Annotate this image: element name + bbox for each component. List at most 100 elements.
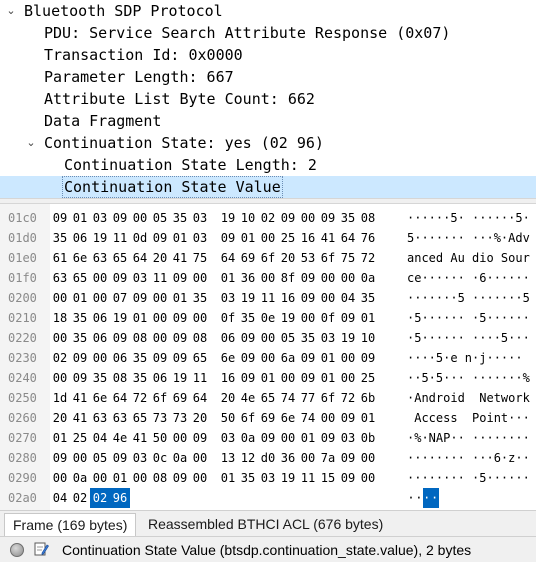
hex-row[interactable]: 0210 18 35 06 19 01 00 09 00 0f 35 0e 19 00 0f 09 01·5··… (0, 308, 536, 328)
hex-byte[interactable]: 63 (90, 408, 110, 428)
hex-byte[interactable]: 72 (338, 388, 358, 408)
hex-byte[interactable]: 00 (90, 268, 110, 288)
hex-ascii[interactable]: ·5······ ····5··· (407, 328, 530, 348)
hex-byte[interactable]: 00 (90, 468, 110, 488)
hex-byte[interactable]: 20 (50, 408, 70, 428)
tree-node[interactable]: Transaction Id: 0x0000 (0, 44, 536, 66)
hex-byte[interactable]: 6f (150, 388, 170, 408)
hex-row[interactable]: 0200 00 01 00 07 09 00 01 35 03 19 11 16 09 00 04 35 ····… (0, 288, 536, 308)
hex-byte[interactable]: 19 (218, 208, 238, 228)
hex-byte[interactable]: 09 (170, 348, 190, 368)
hex-byte[interactable]: 08 (190, 328, 210, 348)
hex-byte[interactable]: 69 (258, 408, 278, 428)
hex-byte[interactable]: 64 (338, 228, 358, 248)
hex-byte[interactable]: 06 (110, 348, 130, 368)
hex-byte[interactable]: 01 (258, 368, 278, 388)
hex-byte[interactable]: 63 (90, 248, 110, 268)
hex-row[interactable]: 02a0 04 02 02 96 ···· (0, 488, 536, 508)
hex-byte[interactable]: 09 (338, 448, 358, 468)
hex-byte[interactable]: 00 (338, 268, 358, 288)
hex-byte[interactable]: 96 (110, 488, 130, 508)
hex-byte[interactable]: 35 (70, 308, 90, 328)
hex-byte[interactable]: 01 (70, 208, 90, 228)
packet-bytes-pane[interactable]: 01c0 09 01 03 09 00 05 35 03 19 10 02 09 00 09 35 08 ····… (0, 204, 536, 510)
hex-byte[interactable]: 03 (90, 208, 110, 228)
hex-row[interactable]: 01d0 35 06 19 11 0d 09 01 03 09 01 00 25 16 41 64 76 5···… (0, 228, 536, 248)
hex-byte[interactable]: 00 (50, 468, 70, 488)
hex-byte[interactable]: 4e (238, 388, 258, 408)
hex-byte[interactable]: 09 (218, 228, 238, 248)
hex-byte[interactable]: 12 (238, 448, 258, 468)
hex-byte[interactable]: 01 (170, 288, 190, 308)
hex-bytes[interactable]: 35 06 19 11 0d 09 01 03 09 01 00 25 16 41 64 76 (50, 228, 378, 248)
hex-byte[interactable]: 63 (50, 268, 70, 288)
hex-byte[interactable]: 00 (298, 308, 318, 328)
hex-byte[interactable]: 76 (358, 228, 378, 248)
hex-byte[interactable]: 11 (298, 468, 318, 488)
hex-byte[interactable]: 09 (170, 328, 190, 348)
hex-byte[interactable]: 09 (338, 408, 358, 428)
hex-ascii[interactable]: ·Android Network (407, 388, 530, 408)
hex-byte[interactable]: 09 (70, 348, 90, 368)
hex-byte[interactable]: 02 (258, 208, 278, 228)
hex-byte[interactable]: 04 (50, 488, 70, 508)
hex-byte[interactable]: 03 (218, 428, 238, 448)
hex-byte[interactable]: 03 (190, 228, 210, 248)
hex-byte[interactable]: 02 (50, 348, 70, 368)
hex-byte[interactable]: 09 (238, 368, 258, 388)
packet-details-tree[interactable]: ⌄ Bluetooth SDP Protocol PDU: Service Sear… (0, 0, 536, 198)
hex-byte[interactable]: 0b (358, 428, 378, 448)
hex-byte[interactable]: 6e (218, 348, 238, 368)
hex-byte[interactable]: 01 (238, 228, 258, 248)
hex-byte[interactable]: 00 (50, 328, 70, 348)
hex-ascii[interactable]: ······5· ······5· (407, 208, 530, 228)
hex-byte[interactable]: 64 (218, 248, 238, 268)
edit-comment-icon[interactable] (33, 541, 49, 557)
hex-byte[interactable]: 35 (90, 368, 110, 388)
hex-byte[interactable]: 77 (298, 388, 318, 408)
hex-byte[interactable]: 09 (358, 348, 378, 368)
hex-bytes[interactable]: 00 0a 00 01 00 08 09 00 01 35 03 19 11 15 09 00 (50, 468, 378, 488)
hex-bytes[interactable]: 00 09 35 08 35 06 19 11 16 09 01 00 09 01 00 25 (50, 368, 378, 388)
hex-byte[interactable]: 09 (170, 468, 190, 488)
hex-byte[interactable]: 09 (298, 288, 318, 308)
hex-byte[interactable]: 41 (130, 428, 150, 448)
hex-byte[interactable]: 10 (358, 328, 378, 348)
hex-byte[interactable]: 8f (278, 268, 298, 288)
hex-byte[interactable]: 15 (318, 468, 338, 488)
hex-byte[interactable]: 69 (238, 248, 258, 268)
hex-byte[interactable]: 65 (130, 408, 150, 428)
hex-byte[interactable]: 35 (338, 208, 358, 228)
hex-byte[interactable]: 00 (150, 288, 170, 308)
hex-byte[interactable]: 01 (318, 348, 338, 368)
hex-byte[interactable]: 03 (318, 328, 338, 348)
hex-byte[interactable]: 09 (190, 428, 210, 448)
hex-byte[interactable]: 09 (338, 468, 358, 488)
hex-byte[interactable]: 75 (190, 248, 210, 268)
hex-bytes[interactable]: 00 01 00 07 09 00 01 35 03 19 11 16 09 00 04 35 (50, 288, 378, 308)
hex-byte[interactable]: 00 (190, 308, 210, 328)
hex-byte[interactable]: 00 (90, 288, 110, 308)
hex-byte[interactable]: 6a (278, 348, 298, 368)
hex-byte[interactable]: 09 (110, 268, 130, 288)
hex-byte[interactable]: 72 (130, 388, 150, 408)
hex-byte[interactable]: 35 (358, 288, 378, 308)
hex-ascii[interactable]: 5······· ···%·Adv (407, 228, 530, 248)
hex-byte[interactable]: 01 (50, 428, 70, 448)
hex-byte[interactable]: 35 (238, 308, 258, 328)
hex-bytes[interactable]: 1d 41 6e 64 72 6f 69 64 20 4e 65 74 77 6f 72 6b (50, 388, 378, 408)
hex-ascii[interactable]: ····5·e n·j····· (407, 348, 523, 368)
hex-byte[interactable]: 0a (358, 268, 378, 288)
hex-byte[interactable]: 6e (70, 248, 90, 268)
hex-byte[interactable]: 64 (130, 248, 150, 268)
hex-ascii[interactable]: Access Point··· (407, 408, 530, 428)
hex-byte[interactable]: 09 (318, 428, 338, 448)
hex-ascii[interactable]: ·······5 ·······5 (407, 288, 530, 308)
hex-byte[interactable]: 00 (258, 348, 278, 368)
hex-bytes[interactable]: 09 01 03 09 00 05 35 03 19 10 02 09 00 09 35 08 (50, 208, 378, 228)
hex-byte[interactable]: 09 (298, 348, 318, 368)
hex-byte[interactable]: 09 (130, 288, 150, 308)
hex-byte[interactable]: 00 (170, 428, 190, 448)
hex-byte[interactable]: 0a (70, 468, 90, 488)
hex-byte[interactable]: 00 (70, 448, 90, 468)
